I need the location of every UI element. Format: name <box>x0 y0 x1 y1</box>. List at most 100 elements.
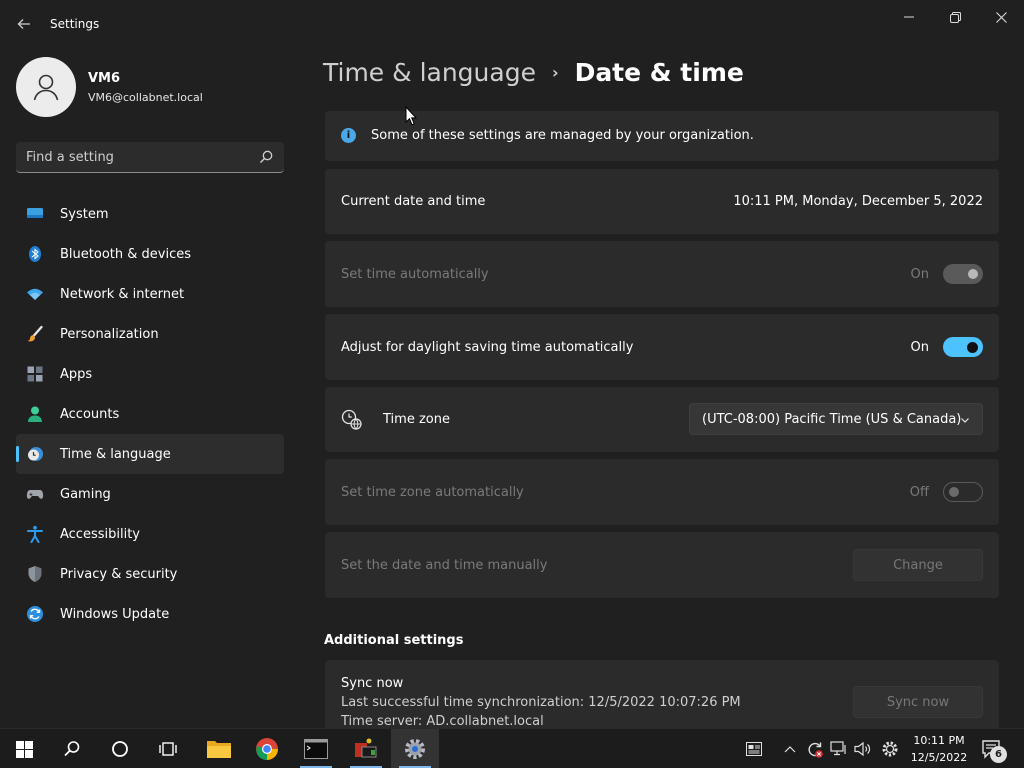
close-button[interactable] <box>978 6 1024 28</box>
search-input[interactable] <box>26 146 246 168</box>
sidebar-item-system[interactable]: System <box>16 194 284 234</box>
taskbar: 10:11 PM 12/5/2022 6 <box>0 728 1024 768</box>
sync-title: Sync now <box>341 676 404 691</box>
back-arrow-icon <box>17 19 30 29</box>
set-time-auto-state: On <box>910 266 929 282</box>
time-zone-card: Time zone (UTC-08:00) Pacific Time (US &… <box>325 387 999 452</box>
set-time-auto-label: Set time automatically <box>341 267 489 282</box>
bluetooth-icon <box>29 246 41 262</box>
cortana-circle-icon <box>112 741 128 757</box>
terminal-taskbar[interactable] <box>292 729 340 768</box>
show-hidden-icons-chevron-up-icon[interactable] <box>780 739 800 759</box>
sidebar-item-personalization[interactable]: Personalization <box>16 314 284 354</box>
app-taskbar[interactable] <box>342 729 390 768</box>
task-view-icon <box>159 742 177 756</box>
settings-tray-gear-icon[interactable] <box>880 739 900 759</box>
minimize-icon <box>904 16 914 18</box>
wifi-icon <box>27 288 43 300</box>
mouse-cursor-icon <box>405 106 417 126</box>
person-icon <box>28 406 42 422</box>
sidebar-item-windows-update[interactable]: Windows Update <box>16 594 284 634</box>
set-tz-auto-state: Off <box>909 484 929 500</box>
search-icon[interactable] <box>258 149 274 165</box>
time-zone-dropdown[interactable]: (UTC-08:00) Pacific Time (US & Canada) <box>689 403 983 435</box>
cortana-button[interactable] <box>96 729 144 768</box>
restore-button[interactable] <box>932 6 978 28</box>
monitor-icon <box>27 208 43 218</box>
taskbar-clock[interactable]: 10:11 PM 12/5/2022 <box>906 732 972 766</box>
chevron-down-icon <box>961 418 969 423</box>
sidebar-item-bluetooth[interactable]: Bluetooth & devices <box>16 234 284 274</box>
time-zone-icon <box>341 409 362 430</box>
sidebar-item-label: Bluetooth & devices <box>60 246 191 262</box>
sidebar-item-label: Accessibility <box>60 526 140 542</box>
sync-error-icon[interactable] <box>805 739 825 759</box>
sidebar-item-accounts[interactable]: Accounts <box>16 394 284 434</box>
time-server-text: Time server: AD.collabnet.local <box>341 714 544 729</box>
brush-icon <box>27 325 43 342</box>
sidebar-item-label: Accounts <box>60 406 120 422</box>
manual-datetime-label: Set the date and time manually <box>341 558 548 573</box>
news-widget-icon[interactable] <box>744 739 764 759</box>
daylight-saving-state: On <box>910 339 929 355</box>
chrome-taskbar[interactable] <box>243 729 291 768</box>
last-sync-text: Last successful time synchronization: 12… <box>341 695 741 710</box>
taskbar-search-button[interactable] <box>48 729 96 768</box>
sidebar-item-label: Windows Update <box>60 606 170 622</box>
sidebar-item-label: Network & internet <box>60 286 185 302</box>
time-zone-label: Time zone <box>383 412 450 427</box>
manual-datetime-card: Set the date and time manually Change <box>325 532 999 598</box>
settings-taskbar[interactable] <box>391 729 439 768</box>
notification-count-badge: 6 <box>990 746 1007 763</box>
sidebar-item-accessibility[interactable]: Accessibility <box>16 514 284 554</box>
start-button[interactable] <box>0 729 48 768</box>
set-tz-auto-toggle <box>943 482 983 502</box>
sidebar-item-gaming[interactable]: Gaming <box>16 474 284 514</box>
search-box <box>16 142 284 173</box>
chrome-icon <box>256 738 278 760</box>
terminal-icon <box>304 739 328 759</box>
sidebar-item-label: Time & language <box>60 446 171 462</box>
current-datetime-card: Current date and time 10:11 PM, Monday, … <box>325 169 999 234</box>
shield-icon <box>28 566 42 582</box>
sync-card: Sync now Last successful time synchroniz… <box>325 660 999 729</box>
search-icon <box>64 741 80 757</box>
volume-icon[interactable] <box>853 739 873 759</box>
sidebar-item-privacy[interactable]: Privacy & security <box>16 554 284 594</box>
user-email: VM6@collabnet.local <box>88 91 203 104</box>
sidebar-item-time-language[interactable]: Time & language <box>16 434 284 474</box>
page-title: Date & time <box>574 58 744 87</box>
info-banner-text: Some of these settings are managed by yo… <box>371 128 754 143</box>
avatar <box>16 57 76 117</box>
sidebar-item-label: System <box>60 206 109 222</box>
minimize-button[interactable] <box>886 6 932 28</box>
sidebar-item-apps[interactable]: Apps <box>16 354 284 394</box>
user-avatar-icon <box>33 74 59 101</box>
back-button[interactable] <box>14 14 34 34</box>
daylight-saving-card: Adjust for daylight saving time automati… <box>325 314 999 380</box>
sidebar-item-label: Gaming <box>60 486 111 502</box>
set-tz-auto-label: Set time zone automatically <box>341 485 524 500</box>
task-view-button[interactable] <box>144 729 192 768</box>
sidebar-item-label: Privacy & security <box>60 566 178 582</box>
update-icon <box>27 606 43 622</box>
time-zone-value: (UTC-08:00) Pacific Time (US & Canada) <box>702 412 962 427</box>
title-bar: Settings <box>0 0 1024 48</box>
sidebar-item-label: Apps <box>60 366 93 382</box>
sidebar-item-network[interactable]: Network & internet <box>16 274 284 314</box>
file-explorer-taskbar[interactable] <box>195 729 243 768</box>
current-datetime-label: Current date and time <box>341 194 486 209</box>
folder-icon <box>207 741 231 758</box>
clock-globe-icon <box>28 447 43 461</box>
set-time-auto-toggle <box>943 264 983 284</box>
apps-icon <box>27 366 43 382</box>
daylight-saving-label: Adjust for daylight saving time automati… <box>341 340 634 355</box>
network-status-icon[interactable] <box>829 739 849 759</box>
change-button: Change <box>853 549 983 581</box>
app-icon <box>355 738 377 758</box>
info-icon: i <box>341 128 356 143</box>
set-time-auto-card: Set time automatically On <box>325 241 999 307</box>
breadcrumb-parent[interactable]: Time & language <box>323 58 536 87</box>
daylight-saving-toggle[interactable] <box>943 337 983 357</box>
clock-date: 12/5/2022 <box>910 751 968 764</box>
